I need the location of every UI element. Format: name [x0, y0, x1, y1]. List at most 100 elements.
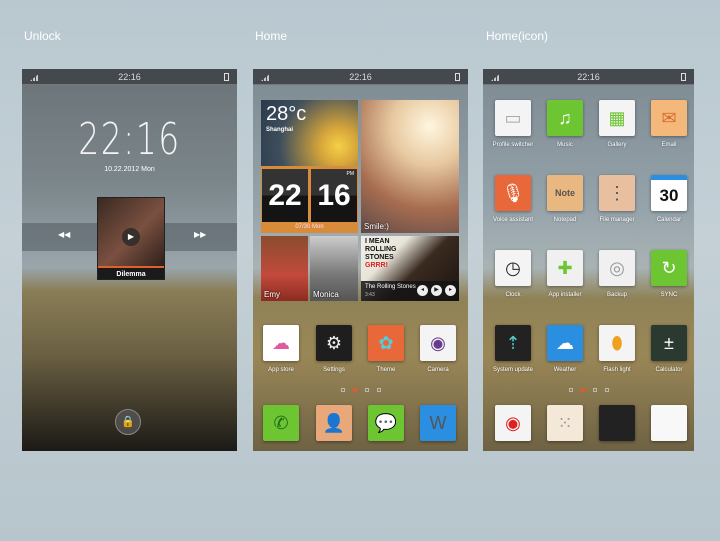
music-time: 3:43 [365, 292, 375, 298]
contact-tile[interactable]: Monica [310, 236, 358, 301]
app-label: System update [492, 367, 534, 373]
flashlight-icon[interactable]: ⬮ [599, 325, 635, 361]
phone-icon[interactable]: ✆ [263, 405, 299, 441]
play-icon[interactable]: ▶ [122, 228, 140, 246]
weather-icon[interactable]: ☁ [547, 325, 583, 361]
music-icon[interactable]: ♫ [547, 100, 583, 136]
title-home-icon: Home(icon) [486, 29, 549, 43]
icon-glyph: ✉ [661, 107, 677, 128]
icon-glyph: ⇡ [505, 332, 521, 353]
app-label: Notepad [553, 217, 577, 223]
blank-light-icon[interactable] [651, 405, 687, 441]
title-unlock: Unlock [24, 29, 61, 43]
status-bar: 22:16 [253, 69, 468, 85]
status-bar: 22:16 [483, 69, 694, 85]
contacts-icon[interactable]: 👤 [316, 405, 352, 441]
calculator-icon[interactable]: ± [651, 325, 687, 361]
contact-name: Monica [313, 290, 339, 299]
app-label: Settings [323, 367, 345, 373]
rewind-icon[interactable]: ◀◀ [58, 230, 70, 239]
app-label: Profile switcher [492, 142, 534, 148]
home-icon-screen: 22:16 ▭ Profile switcher ♫ Music ▦ Gallery ✉ Em… [483, 69, 694, 451]
icon-glyph: ✿ [378, 332, 394, 353]
camera-icon[interactable]: ◉ [420, 325, 456, 361]
app-label: Calculator [655, 367, 683, 373]
contact-name: Emy [264, 290, 280, 299]
app-label: Music [557, 142, 573, 148]
lock-date: 10.22.2012 Mon [104, 166, 155, 173]
status-time: 22:16 [349, 72, 372, 82]
icon-glyph: ± [664, 332, 674, 353]
app-label: Email [661, 142, 677, 148]
gear-icon[interactable]: ⚙ [316, 325, 352, 361]
icon-glyph: ⬮ [611, 332, 623, 353]
record-icon[interactable]: ◉ [495, 405, 531, 441]
contact-tile[interactable]: Emy [261, 236, 308, 301]
signal-icon [491, 73, 501, 81]
puzzle-icon[interactable]: ✚ [547, 250, 583, 286]
weather-temp: 28°c [266, 103, 307, 125]
signal-icon [30, 73, 40, 81]
clock-hours: 22 [262, 169, 308, 222]
gallery-icon[interactable]: ▦ [599, 100, 635, 136]
album-art-text: I MEAN ROLLING STONES GRRR! [365, 238, 397, 269]
title-home: Home [255, 29, 288, 43]
shopping-bag-icon[interactable]: ☁ [263, 325, 299, 361]
theme-icon[interactable]: ✿ [368, 325, 404, 361]
clock-widget[interactable]: 22 16 PM 07/30 Mon [261, 166, 358, 233]
email-icon[interactable]: ✉ [651, 100, 687, 136]
file-manager-icon[interactable]: ⋮ [599, 175, 635, 211]
icon-glyph: ↻ [661, 257, 677, 278]
icon-glyph: ⚙ [325, 332, 343, 353]
battery-icon [455, 73, 460, 81]
battery-icon [224, 73, 229, 81]
page-indicator [483, 388, 694, 392]
dialpad-icon[interactable]: ⁙ [547, 405, 583, 441]
profile-switcher-icon[interactable]: ▭ [495, 100, 531, 136]
sync-icon[interactable]: ↻ [651, 250, 687, 286]
icon-glyph: 👤 [322, 412, 346, 433]
next-icon[interactable]: ▸ [445, 285, 456, 296]
clock-icon[interactable]: ◷ [495, 250, 531, 286]
status-time: 22:16 [577, 72, 600, 82]
app-label: File manager [599, 217, 635, 223]
icon-glyph: ▦ [608, 107, 626, 128]
battery-icon [681, 73, 686, 81]
icon-glyph: ▭ [504, 107, 522, 128]
icon-glyph: ◉ [505, 412, 521, 433]
music-widget[interactable]: I MEAN ROLLING STONES GRRR! The Rolling Sto… [361, 236, 459, 301]
previous-icon[interactable]: ◂ [417, 285, 428, 296]
icon-glyph: 30 [659, 185, 679, 205]
fast-forward-icon[interactable]: ▶▶ [194, 230, 206, 239]
messages-icon[interactable]: 💬 [368, 405, 404, 441]
home-screen: 22:16 28°c Shanghai 22 16 PM 07/30 Mon S… [253, 69, 468, 451]
app-label: Clock [505, 292, 521, 298]
album-card[interactable]: ▶ Dilemma [97, 197, 165, 280]
app-label: Calendar [656, 217, 682, 223]
status-time: 22:16 [118, 72, 141, 82]
calendar-icon[interactable]: 30 [651, 175, 687, 211]
icon-glyph: Note [555, 188, 575, 198]
app-label: SYNC [660, 292, 678, 298]
app-label: Gallery [607, 142, 627, 148]
icon-glyph: ✚ [557, 257, 573, 278]
play-icon[interactable]: ▶ [431, 285, 442, 296]
icon-glyph: ⁙ [557, 412, 573, 433]
microphone-icon[interactable]: 🎙 [495, 175, 531, 211]
backup-icon[interactable]: ◎ [599, 250, 635, 286]
icon-glyph: ✆ [273, 412, 289, 433]
system-update-icon[interactable]: ⇡ [495, 325, 531, 361]
notepad-icon[interactable]: Note [547, 175, 583, 211]
icon-glyph: 🎙 [501, 182, 525, 203]
icon-glyph: ◉ [430, 332, 446, 353]
icon-glyph: ◷ [505, 257, 521, 278]
icon-glyph: ♫ [558, 107, 572, 128]
lock-icon[interactable]: 🔒 [115, 409, 141, 435]
signal-icon [261, 73, 271, 81]
weather-widget[interactable]: 28°c Shanghai [261, 100, 358, 166]
browser-icon[interactable]: W [420, 405, 456, 441]
photo-widget[interactable]: Smile:) [361, 100, 459, 233]
blank-dark-icon[interactable] [599, 405, 635, 441]
clock-ampm: PM [346, 171, 355, 177]
page-indicator [253, 388, 468, 392]
